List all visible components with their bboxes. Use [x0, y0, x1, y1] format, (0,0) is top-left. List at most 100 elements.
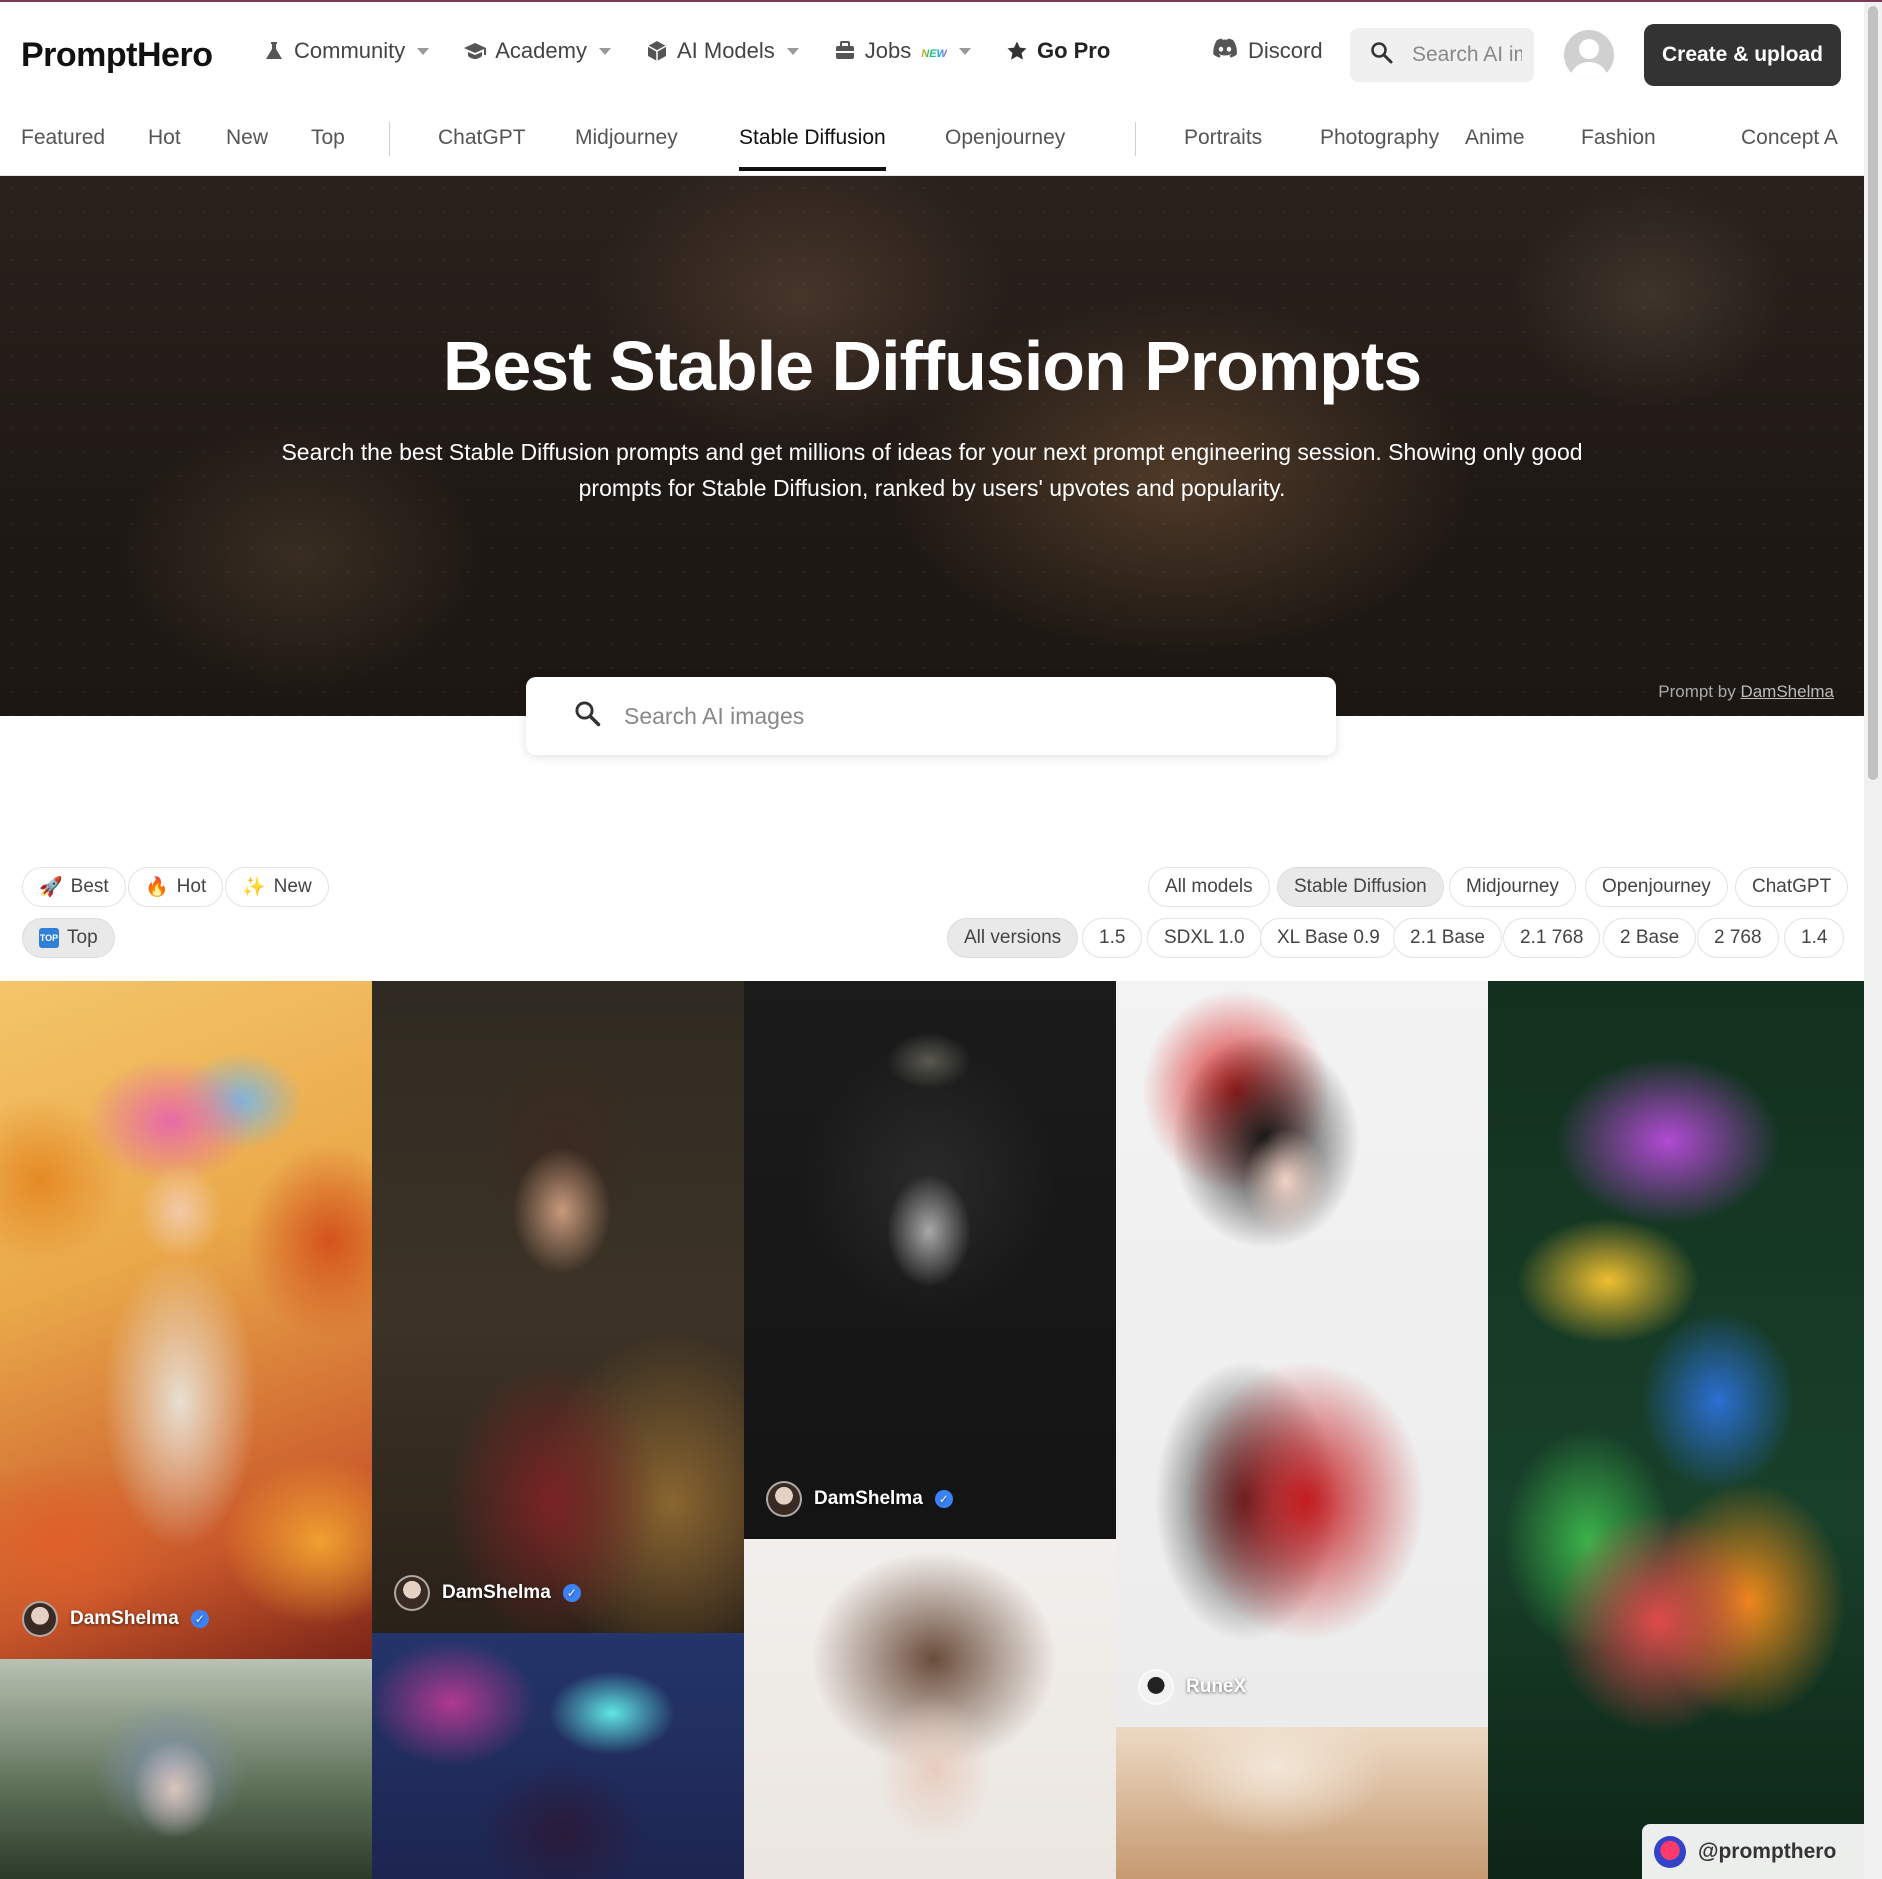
gallery-card[interactable]: DamShelma ✓ [744, 981, 1116, 1539]
version-1-5[interactable]: 1.5 [1082, 918, 1143, 958]
header-search-input[interactable] [1412, 43, 1522, 67]
fire-icon: 🔥 [145, 876, 169, 898]
verified-badge-icon: ✓ [190, 1610, 209, 1628]
tab-stable-diffusion[interactable]: Stable Diffusion [739, 126, 886, 171]
tab-featured[interactable]: Featured [21, 126, 105, 150]
hero-banner: Best Stable Diffusion Prompts Search the… [0, 176, 1864, 716]
tab-photography[interactable]: Photography [1320, 126, 1439, 150]
filter-top-label: Top [67, 927, 98, 948]
version-2-1-base[interactable]: 2.1 Base [1393, 918, 1502, 958]
gallery-card[interactable] [1488, 981, 1864, 1879]
gallery-card[interactable] [0, 1659, 372, 1879]
tab-divider [389, 122, 390, 156]
version-2-base[interactable]: 2 Base [1603, 918, 1697, 958]
create-upload-button[interactable]: Create & upload [1644, 24, 1841, 86]
avatar [1138, 1669, 1174, 1705]
tab-portraits[interactable]: Portraits [1184, 126, 1262, 150]
nav-academy-label: Academy [495, 38, 587, 63]
prompthero-logo-icon [1654, 1835, 1686, 1868]
filter-hot-label: Hot [176, 876, 207, 897]
avatar [766, 1481, 802, 1517]
page-scrollbar[interactable] [1864, 2, 1882, 1879]
tab-chatgpt[interactable]: ChatGPT [438, 126, 526, 150]
flask-icon [262, 39, 286, 63]
user-avatar[interactable] [1564, 30, 1614, 80]
avatar [394, 1575, 430, 1611]
gallery-card[interactable] [372, 1633, 744, 1879]
hero-credit-prefix: Prompt by [1658, 682, 1736, 701]
briefcase-icon [833, 39, 857, 63]
avatar [22, 1601, 58, 1637]
model-stable-diffusion[interactable]: Stable Diffusion [1277, 867, 1444, 907]
nav-jobs[interactable]: Jobs NEW [833, 38, 971, 64]
nav-ai-models[interactable]: AI Models [645, 38, 799, 64]
tab-new[interactable]: New [226, 126, 268, 150]
tab-concept-art[interactable]: Concept A [1741, 126, 1838, 150]
tab-midjourney[interactable]: Midjourney [575, 126, 678, 150]
author-name: DamShelma [814, 1488, 923, 1509]
hero-subtitle: Search the best Stable Diffusion prompts… [240, 434, 1624, 506]
search-icon [1370, 41, 1394, 70]
gallery-card[interactable] [1116, 1727, 1488, 1879]
prompthero-watermark: @prompthero [1642, 1824, 1864, 1879]
filter-new[interactable]: ✨ New [225, 867, 329, 907]
header-search[interactable] [1350, 28, 1534, 82]
card-author[interactable]: DamShelma ✓ [766, 1481, 953, 1517]
main-search-bar[interactable] [526, 677, 1336, 755]
filter-best-label: Best [70, 876, 109, 897]
nav-academy[interactable]: Academy [463, 38, 611, 64]
discord-label: Discord [1248, 38, 1323, 63]
gallery-card[interactable]: DamShelma ✓ [0, 981, 372, 1659]
nav-community-label: Community [294, 38, 406, 63]
main-nav: Community Academy AI Models Jobs NEW Go … [262, 38, 1110, 64]
chevron-down-icon [598, 47, 611, 55]
model-all[interactable]: All models [1148, 867, 1270, 907]
nav-community[interactable]: Community [262, 38, 430, 64]
version-sdxl-1-0[interactable]: SDXL 1.0 [1147, 918, 1262, 958]
tab-openjourney[interactable]: Openjourney [945, 126, 1065, 150]
version-1-4[interactable]: 1.4 [1784, 918, 1845, 958]
filter-best[interactable]: 🚀 Best [22, 867, 126, 907]
discord-icon [1212, 38, 1238, 64]
tab-fashion[interactable]: Fashion [1581, 126, 1656, 150]
hero-credit-author-link[interactable]: DamShelma [1740, 682, 1834, 701]
sparkle-icon: ✨ [242, 876, 266, 898]
tab-anime[interactable]: Anime [1465, 126, 1525, 150]
tab-hot[interactable]: Hot [148, 126, 181, 150]
author-name: DamShelma [70, 1608, 179, 1629]
filter-top[interactable]: TOP Top [22, 918, 115, 958]
hero-subtitle-line1: Search the best Stable Diffusion prompts… [281, 439, 1583, 465]
model-midjourney[interactable]: Midjourney [1449, 867, 1576, 907]
version-xl-base-0-9[interactable]: XL Base 0.9 [1260, 918, 1397, 958]
watermark-text: @prompthero [1698, 1839, 1837, 1863]
hero-subtitle-line2: prompts for Stable Diffusion, ranked by … [578, 475, 1286, 501]
model-chatgpt[interactable]: ChatGPT [1735, 867, 1849, 907]
card-author[interactable]: DamShelma ✓ [394, 1575, 581, 1611]
tab-top[interactable]: Top [311, 126, 345, 150]
gallery-card[interactable]: RuneX [1116, 981, 1488, 1727]
model-openjourney[interactable]: Openjourney [1585, 867, 1728, 907]
tab-divider [1135, 122, 1136, 156]
chevron-down-icon [958, 47, 971, 55]
chevron-down-icon [417, 47, 430, 55]
version-2-1-768[interactable]: 2.1 768 [1503, 918, 1601, 958]
card-author[interactable]: DamShelma ✓ [22, 1601, 209, 1637]
verified-badge-icon: ✓ [562, 1584, 581, 1602]
category-tabs: Featured Hot New Top ChatGPT Midjourney … [0, 108, 1864, 176]
gallery-card[interactable] [744, 1539, 1116, 1879]
search-icon [574, 700, 602, 733]
version-2-768[interactable]: 2 768 [1697, 918, 1779, 958]
star-icon [1005, 39, 1029, 63]
main-search-input[interactable] [624, 702, 1304, 730]
discord-link[interactable]: Discord [1212, 38, 1323, 64]
gallery-card[interactable]: DamShelma ✓ [372, 981, 744, 1633]
version-all[interactable]: All versions [947, 918, 1079, 958]
author-name: DamShelma [442, 1582, 551, 1603]
verified-badge-icon: ✓ [934, 1490, 953, 1508]
scrollbar-thumb[interactable] [1868, 6, 1878, 780]
filter-hot[interactable]: 🔥 Hot [128, 867, 224, 907]
nav-ai-models-label: AI Models [676, 38, 775, 63]
card-author[interactable]: RuneX [1138, 1669, 1246, 1705]
site-logo[interactable]: PromptHero [21, 36, 213, 75]
nav-go-pro[interactable]: Go Pro [1005, 38, 1110, 64]
